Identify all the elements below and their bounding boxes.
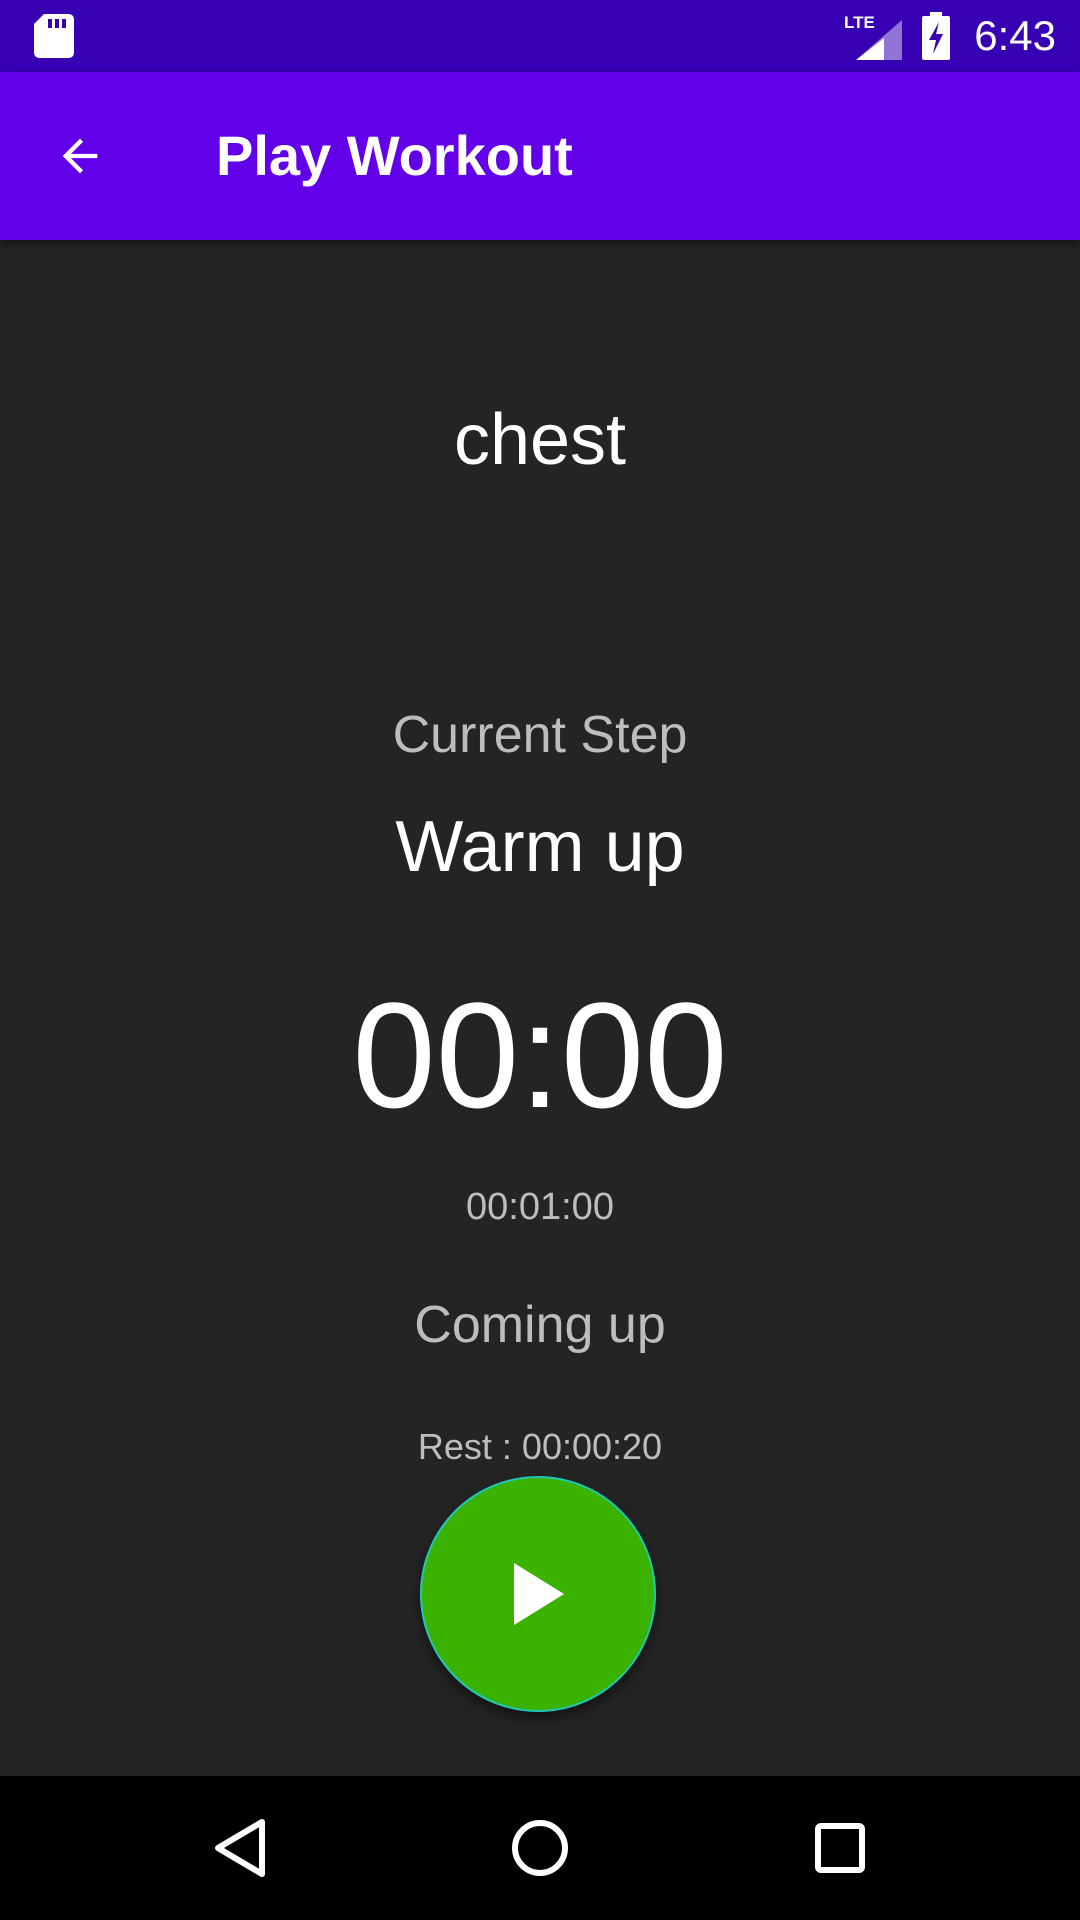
- battery-charging-icon: [922, 12, 950, 60]
- status-clock: 6:43: [974, 12, 1056, 59]
- nav-recents-icon: [815, 1823, 865, 1873]
- nav-back-icon: [215, 1819, 265, 1877]
- sd-card-icon: [34, 14, 74, 58]
- next-step: Rest : 00:00:20: [417, 1426, 663, 1467]
- nav-home-icon: [512, 1820, 568, 1876]
- back-button[interactable]: [38, 114, 122, 198]
- step-duration: 00:01:00: [466, 1186, 614, 1228]
- current-step-name: Warm up: [395, 807, 685, 887]
- play-workout-screen: LTE 6:43 Play Workout chest Current Step…: [0, 0, 1080, 1920]
- lte-signal-icon: LTE: [844, 13, 902, 60]
- nav-recents-button[interactable]: [790, 1798, 890, 1898]
- nav-back-button[interactable]: [190, 1798, 290, 1898]
- workout-name: chest: [453, 400, 627, 480]
- app-bar: Play Workout: [0, 72, 1080, 240]
- status-bar: LTE 6:43: [0, 0, 1080, 72]
- countdown-timer: 00:00: [352, 971, 728, 1139]
- arrow-back-icon: [62, 138, 98, 174]
- page-title: Play Workout: [216, 124, 573, 187]
- coming-up-label: Coming up: [414, 1296, 666, 1354]
- current-step-label: Current Step: [392, 706, 688, 764]
- network-label: LTE: [844, 13, 875, 32]
- nav-home-button[interactable]: [490, 1798, 590, 1898]
- navigation-bar: [0, 1776, 1080, 1920]
- play-icon: [514, 1563, 564, 1625]
- play-button[interactable]: [420, 1476, 656, 1712]
